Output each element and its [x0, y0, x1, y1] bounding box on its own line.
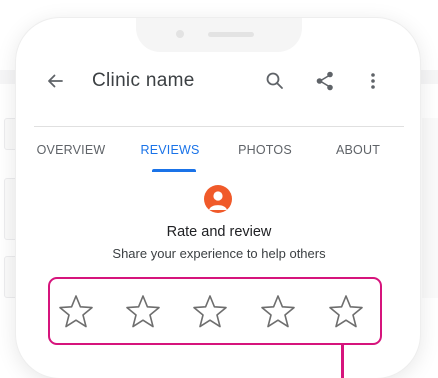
background-card	[422, 118, 438, 298]
active-tab-indicator	[152, 169, 196, 172]
star-5-icon[interactable]	[326, 292, 366, 332]
tab-reviews[interactable]: REVIEWS	[138, 131, 202, 171]
search-icon[interactable]	[260, 66, 290, 96]
phone-frame: Clinic name OVERVIEW REVIEWS PHOTOS ABOU…	[16, 18, 420, 378]
speaker-grille	[208, 32, 254, 37]
back-arrow-icon[interactable]	[40, 66, 70, 96]
share-icon[interactable]	[310, 66, 340, 96]
tab-photos[interactable]: PHOTOS	[230, 131, 300, 171]
camera-icon	[176, 30, 184, 38]
star-rating-highlight	[48, 277, 382, 345]
star-2-icon[interactable]	[123, 292, 163, 332]
rate-review-subtitle: Share your experience to help others	[112, 246, 326, 261]
star-1-icon[interactable]	[56, 292, 96, 332]
tab-about[interactable]: ABOUT	[332, 131, 384, 171]
app-bar: Clinic name	[34, 56, 404, 106]
more-vert-icon[interactable]	[358, 66, 388, 96]
callout-connector-line	[341, 344, 344, 378]
tab-overview[interactable]: OVERVIEW	[34, 131, 112, 171]
page-title: Clinic name	[92, 70, 195, 91]
star-3-icon[interactable]	[190, 292, 230, 332]
user-avatar-icon	[204, 185, 232, 213]
star-4-icon[interactable]	[258, 292, 298, 332]
rate-review-heading: Rate and review	[166, 224, 272, 240]
tab-bar: OVERVIEW REVIEWS PHOTOS ABOUT	[34, 131, 404, 172]
app-bar-divider	[34, 126, 404, 127]
app-screen: Clinic name OVERVIEW REVIEWS PHOTOS ABOU…	[34, 56, 404, 378]
phone-notch	[136, 18, 302, 52]
